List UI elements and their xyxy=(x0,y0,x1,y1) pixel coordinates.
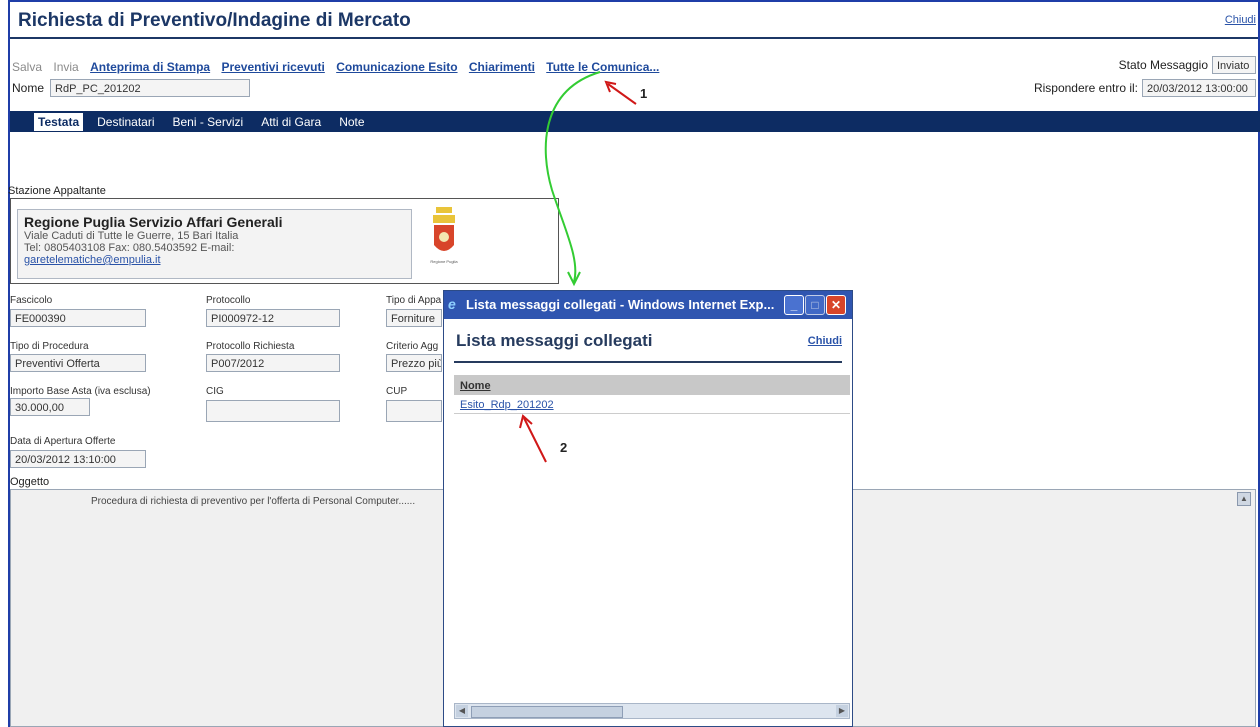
red-arrow-2 xyxy=(523,417,547,463)
annotation-number-2: 2 xyxy=(560,440,568,455)
annotation-overlay xyxy=(519,71,637,463)
green-flow-arrow xyxy=(544,71,601,283)
red-arrow-1 xyxy=(607,83,637,105)
annotation-number-1: 1 xyxy=(640,86,648,101)
